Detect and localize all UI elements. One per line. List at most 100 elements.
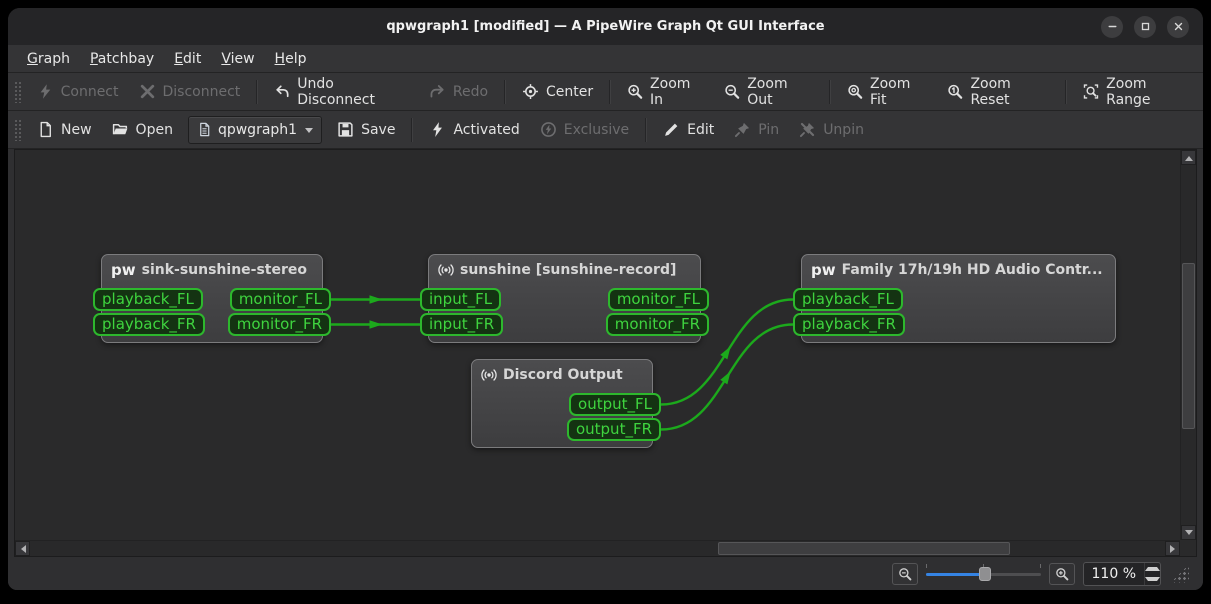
- toolbar-button-label: Disconnect: [162, 83, 241, 100]
- zoom-slider-fill: [925, 572, 986, 576]
- toolbar-button-label: Zoom Reset: [970, 75, 1011, 108]
- port-sunshine-input-fl[interactable]: input_FL: [420, 288, 502, 311]
- toolbar-button-label: Zoom Range: [1106, 75, 1151, 108]
- port-discord-output-output-fl[interactable]: output_FL: [569, 393, 661, 416]
- slider-tick: [1039, 563, 1041, 568]
- screen: qpwgraph1 [modified] — A PipeWire Graph …: [0, 0, 1211, 604]
- connection-arrow-icon: [369, 295, 383, 304]
- toolbar-separator: [829, 79, 832, 104]
- toolbar-button-label: Save: [361, 121, 396, 138]
- arrow-right-icon: [1169, 544, 1179, 553]
- zoom-in-icon: [628, 84, 643, 99]
- toolbar-button-label: Redo: [452, 83, 489, 100]
- vertical-scrollbar[interactable]: [1180, 150, 1196, 540]
- zoom-slider[interactable]: [925, 563, 1041, 584]
- horizontal-scrollbar-thumb[interactable]: [718, 542, 1010, 555]
- arrow-up-icon: [1184, 152, 1193, 161]
- port-sunshine-input-fr[interactable]: input_FR: [420, 313, 504, 336]
- toolbar-button-activated[interactable]: Activated: [420, 116, 528, 143]
- graph-canvas[interactable]: pw sink-sunshine-stereo playback_FL playbac…: [15, 150, 1180, 540]
- toolbar-button-edit[interactable]: Edit: [654, 116, 723, 143]
- title-bar[interactable]: qpwgraph1 [modified] — A PipeWire Graph …: [8, 8, 1203, 45]
- spin-down-button[interactable]: [1145, 574, 1160, 585]
- toolbar-drag-handle[interactable]: [14, 118, 21, 141]
- toolbar-button-label: Zoom Fit: [870, 75, 911, 108]
- zoom-in-button[interactable]: [1048, 562, 1075, 585]
- zoom-slider-handle[interactable]: [979, 566, 992, 581]
- node-title-bar: pw Family 17h/19h HD Audio Contr...: [802, 255, 1115, 285]
- toolbar-button-zoom-range[interactable]: Zoom Range: [1074, 71, 1199, 113]
- port-sunshine-monitor-fr[interactable]: monitor_FR: [605, 313, 709, 336]
- toolbar-button-label: Zoom Out: [747, 75, 788, 108]
- redo-icon: [430, 85, 444, 98]
- app-window: qpwgraph1 [modified] — A PipeWire Graph …: [8, 8, 1203, 590]
- horizontal-scrollbar[interactable]: [15, 540, 1180, 556]
- menu-graph[interactable]: Graph: [18, 48, 79, 70]
- connections-layer: [331, 295, 794, 431]
- minimize-button[interactable]: [1101, 15, 1123, 38]
- scroll-down-button[interactable]: [1181, 525, 1196, 540]
- connection-arrow-icon: [369, 320, 383, 329]
- port-family-audio-playback-fl[interactable]: playback_FL: [793, 288, 903, 311]
- toolbar-button-save[interactable]: Save: [328, 116, 404, 143]
- menu-view[interactable]: View: [212, 48, 263, 70]
- exclusive-icon: [540, 122, 556, 137]
- activated-icon: [433, 122, 443, 137]
- port-sink-sunshine-stereo-monitor-fl[interactable]: monitor_FL: [229, 288, 331, 311]
- toolbar-button-redo: Redo: [420, 78, 497, 105]
- port-sunshine-monitor-fl[interactable]: monitor_FL: [607, 288, 709, 311]
- menu-patchbay[interactable]: Patchbay: [81, 48, 163, 70]
- toolbar-button-label: Center: [546, 83, 594, 100]
- zoom-range-icon: [1084, 84, 1099, 99]
- spin-up-button[interactable]: [1145, 563, 1160, 574]
- scroll-left-button[interactable]: [15, 541, 30, 556]
- toolbar-button-new[interactable]: New: [28, 116, 101, 143]
- toolbar-separator: [504, 79, 507, 104]
- scroll-up-button[interactable]: [1181, 150, 1196, 165]
- port-sink-sunshine-stereo-playback-fl[interactable]: playback_FL: [93, 288, 203, 311]
- menu-help[interactable]: Help: [266, 48, 316, 70]
- toolbar-button-zoom-out[interactable]: Zoom Out: [715, 71, 822, 113]
- port-sink-sunshine-stereo-playback-fr[interactable]: playback_FR: [93, 313, 205, 336]
- window-controls: [1101, 8, 1189, 45]
- maximize-button[interactable]: [1134, 15, 1156, 38]
- menu-edit[interactable]: Edit: [165, 48, 210, 70]
- scroll-right-button[interactable]: [1165, 541, 1180, 556]
- toolbar-button-zoom-reset[interactable]: Zoom Reset: [938, 71, 1058, 113]
- zoom-out-icon: [725, 84, 740, 99]
- port-discord-output-output-fr[interactable]: output_FR: [566, 418, 661, 441]
- zoom-out-button[interactable]: [891, 562, 918, 585]
- pipewire-icon: pw: [811, 261, 836, 279]
- status-bar: 110 %: [8, 557, 1203, 590]
- toolbar-button-center[interactable]: Center: [513, 78, 602, 105]
- patchbay-combobox[interactable]: qpwgraph1: [187, 115, 323, 144]
- zoom-spinbox[interactable]: 110 %: [1082, 561, 1161, 586]
- resize-grip[interactable]: [1171, 564, 1189, 583]
- toolbar-button-exclusive: Exclusive: [531, 116, 638, 143]
- toolbar-button-zoom-in[interactable]: Zoom In: [618, 71, 713, 113]
- zoom-value[interactable]: 110 %: [1084, 563, 1144, 585]
- toolbar-button-label: New: [61, 121, 92, 138]
- toolbar-drag-handle[interactable]: [14, 80, 21, 103]
- toolbar-separator: [411, 117, 414, 142]
- scrollbar-corner: [1180, 540, 1196, 556]
- vertical-scrollbar-thumb[interactable]: [1182, 263, 1195, 429]
- toolbar-button-label: Open: [135, 121, 173, 138]
- zoom-fit-icon: [848, 84, 863, 99]
- stream-icon: [481, 369, 497, 381]
- toolbar-button-undo-disconnect[interactable]: Undo Disconnect: [265, 71, 418, 113]
- zoom-in-icon: [1055, 567, 1068, 580]
- port-family-audio-playback-fr[interactable]: playback_FR: [793, 313, 905, 336]
- node-title: Family 17h/19h HD Audio Contr...: [841, 262, 1103, 278]
- toolbar-separator: [645, 117, 648, 142]
- toolbar-button-open[interactable]: Open: [103, 116, 182, 143]
- toolbar-button-zoom-fit[interactable]: Zoom Fit: [838, 71, 936, 113]
- zoom-out-icon: [898, 567, 911, 580]
- spin-up-icon: [1145, 564, 1160, 571]
- port-sink-sunshine-stereo-monitor-fr[interactable]: monitor_FR: [227, 313, 331, 336]
- close-button[interactable]: [1167, 15, 1189, 38]
- toolbar-button-label: Exclusive: [563, 121, 630, 138]
- toolbar-separator: [256, 79, 259, 104]
- toolbar-button-label: Connect: [60, 83, 119, 100]
- node-title-bar: pw sink-sunshine-stereo: [102, 255, 322, 285]
